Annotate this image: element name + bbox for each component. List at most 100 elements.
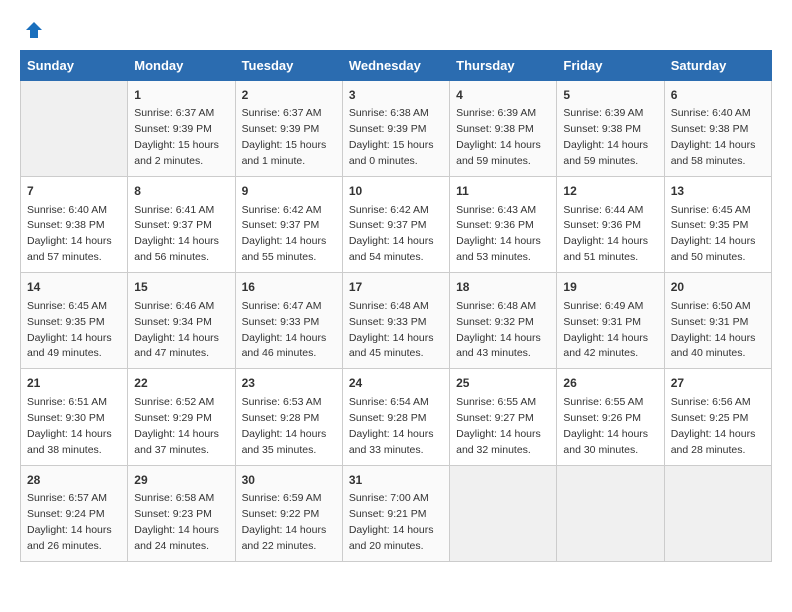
daylight: Daylight: 14 hours and 37 minutes. <box>134 428 219 456</box>
day-number: 20 <box>671 279 765 296</box>
sunset: Sunset: 9:21 PM <box>349 508 427 520</box>
day-number: 18 <box>456 279 550 296</box>
day-number: 16 <box>242 279 336 296</box>
day-number: 7 <box>27 183 121 200</box>
day-number: 26 <box>563 375 657 392</box>
sunset: Sunset: 9:35 PM <box>671 219 749 231</box>
daylight: Daylight: 15 hours and 0 minutes. <box>349 139 434 167</box>
week-row-5: 28 Sunrise: 6:57 AM Sunset: 9:24 PM Dayl… <box>21 465 772 561</box>
day-number: 9 <box>242 183 336 200</box>
day-number: 30 <box>242 472 336 489</box>
sunrise: Sunrise: 7:00 AM <box>349 492 429 504</box>
day-cell: 22 Sunrise: 6:52 AM Sunset: 9:29 PM Dayl… <box>128 369 235 465</box>
sunrise: Sunrise: 6:53 AM <box>242 396 322 408</box>
daylight: Daylight: 14 hours and 24 minutes. <box>134 524 219 552</box>
sunrise: Sunrise: 6:41 AM <box>134 204 214 216</box>
sunrise: Sunrise: 6:49 AM <box>563 300 643 312</box>
sunrise: Sunrise: 6:52 AM <box>134 396 214 408</box>
sunrise: Sunrise: 6:47 AM <box>242 300 322 312</box>
day-cell: 19 Sunrise: 6:49 AM Sunset: 9:31 PM Dayl… <box>557 273 664 369</box>
sunrise: Sunrise: 6:58 AM <box>134 492 214 504</box>
day-number: 4 <box>456 87 550 104</box>
daylight: Daylight: 14 hours and 47 minutes. <box>134 332 219 360</box>
header-row: SundayMondayTuesdayWednesdayThursdayFrid… <box>21 51 772 81</box>
sunset: Sunset: 9:38 PM <box>563 123 641 135</box>
day-number: 21 <box>27 375 121 392</box>
day-cell: 17 Sunrise: 6:48 AM Sunset: 9:33 PM Dayl… <box>342 273 449 369</box>
day-cell: 16 Sunrise: 6:47 AM Sunset: 9:33 PM Dayl… <box>235 273 342 369</box>
day-cell <box>450 465 557 561</box>
day-number: 8 <box>134 183 228 200</box>
sunset: Sunset: 9:33 PM <box>349 316 427 328</box>
daylight: Daylight: 14 hours and 30 minutes. <box>563 428 648 456</box>
sunrise: Sunrise: 6:38 AM <box>349 107 429 119</box>
sunset: Sunset: 9:37 PM <box>242 219 320 231</box>
day-number: 25 <box>456 375 550 392</box>
day-cell: 20 Sunrise: 6:50 AM Sunset: 9:31 PM Dayl… <box>664 273 771 369</box>
day-cell: 13 Sunrise: 6:45 AM Sunset: 9:35 PM Dayl… <box>664 177 771 273</box>
daylight: Daylight: 14 hours and 35 minutes. <box>242 428 327 456</box>
sunset: Sunset: 9:22 PM <box>242 508 320 520</box>
sunrise: Sunrise: 6:48 AM <box>349 300 429 312</box>
daylight: Daylight: 14 hours and 56 minutes. <box>134 235 219 263</box>
day-cell <box>21 81 128 177</box>
daylight: Daylight: 14 hours and 20 minutes. <box>349 524 434 552</box>
day-number: 23 <box>242 375 336 392</box>
sunset: Sunset: 9:31 PM <box>671 316 749 328</box>
sunset: Sunset: 9:29 PM <box>134 412 212 424</box>
sunset: Sunset: 9:25 PM <box>671 412 749 424</box>
day-cell: 2 Sunrise: 6:37 AM Sunset: 9:39 PM Dayli… <box>235 81 342 177</box>
daylight: Daylight: 14 hours and 32 minutes. <box>456 428 541 456</box>
daylight: Daylight: 14 hours and 59 minutes. <box>456 139 541 167</box>
sunset: Sunset: 9:38 PM <box>456 123 534 135</box>
daylight: Daylight: 14 hours and 22 minutes. <box>242 524 327 552</box>
sunrise: Sunrise: 6:37 AM <box>242 107 322 119</box>
calendar-body: 1 Sunrise: 6:37 AM Sunset: 9:39 PM Dayli… <box>21 81 772 562</box>
sunset: Sunset: 9:35 PM <box>27 316 105 328</box>
day-cell: 25 Sunrise: 6:55 AM Sunset: 9:27 PM Dayl… <box>450 369 557 465</box>
sunrise: Sunrise: 6:39 AM <box>563 107 643 119</box>
daylight: Daylight: 14 hours and 53 minutes. <box>456 235 541 263</box>
day-number: 10 <box>349 183 443 200</box>
day-cell: 12 Sunrise: 6:44 AM Sunset: 9:36 PM Dayl… <box>557 177 664 273</box>
day-number: 24 <box>349 375 443 392</box>
sunset: Sunset: 9:37 PM <box>134 219 212 231</box>
daylight: Daylight: 14 hours and 55 minutes. <box>242 235 327 263</box>
day-cell: 3 Sunrise: 6:38 AM Sunset: 9:39 PM Dayli… <box>342 81 449 177</box>
week-row-4: 21 Sunrise: 6:51 AM Sunset: 9:30 PM Dayl… <box>21 369 772 465</box>
sunrise: Sunrise: 6:37 AM <box>134 107 214 119</box>
daylight: Daylight: 14 hours and 42 minutes. <box>563 332 648 360</box>
day-cell: 6 Sunrise: 6:40 AM Sunset: 9:38 PM Dayli… <box>664 81 771 177</box>
daylight: Daylight: 14 hours and 28 minutes. <box>671 428 756 456</box>
sunrise: Sunrise: 6:44 AM <box>563 204 643 216</box>
sunrise: Sunrise: 6:46 AM <box>134 300 214 312</box>
day-cell: 5 Sunrise: 6:39 AM Sunset: 9:38 PM Dayli… <box>557 81 664 177</box>
daylight: Daylight: 14 hours and 45 minutes. <box>349 332 434 360</box>
daylight: Daylight: 15 hours and 2 minutes. <box>134 139 219 167</box>
day-cell: 24 Sunrise: 6:54 AM Sunset: 9:28 PM Dayl… <box>342 369 449 465</box>
day-cell: 27 Sunrise: 6:56 AM Sunset: 9:25 PM Dayl… <box>664 369 771 465</box>
column-header-wednesday: Wednesday <box>342 51 449 81</box>
sunrise: Sunrise: 6:59 AM <box>242 492 322 504</box>
day-cell: 4 Sunrise: 6:39 AM Sunset: 9:38 PM Dayli… <box>450 81 557 177</box>
day-cell: 7 Sunrise: 6:40 AM Sunset: 9:38 PM Dayli… <box>21 177 128 273</box>
day-number: 14 <box>27 279 121 296</box>
sunset: Sunset: 9:32 PM <box>456 316 534 328</box>
day-cell: 9 Sunrise: 6:42 AM Sunset: 9:37 PM Dayli… <box>235 177 342 273</box>
day-cell: 21 Sunrise: 6:51 AM Sunset: 9:30 PM Dayl… <box>21 369 128 465</box>
sunset: Sunset: 9:39 PM <box>349 123 427 135</box>
logo <box>20 20 48 40</box>
day-number: 3 <box>349 87 443 104</box>
column-header-saturday: Saturday <box>664 51 771 81</box>
sunset: Sunset: 9:36 PM <box>563 219 641 231</box>
daylight: Daylight: 14 hours and 50 minutes. <box>671 235 756 263</box>
column-header-monday: Monday <box>128 51 235 81</box>
sunrise: Sunrise: 6:45 AM <box>27 300 107 312</box>
day-number: 6 <box>671 87 765 104</box>
sunset: Sunset: 9:39 PM <box>242 123 320 135</box>
day-cell: 23 Sunrise: 6:53 AM Sunset: 9:28 PM Dayl… <box>235 369 342 465</box>
daylight: Daylight: 14 hours and 38 minutes. <box>27 428 112 456</box>
sunrise: Sunrise: 6:50 AM <box>671 300 751 312</box>
daylight: Daylight: 14 hours and 51 minutes. <box>563 235 648 263</box>
day-number: 31 <box>349 472 443 489</box>
